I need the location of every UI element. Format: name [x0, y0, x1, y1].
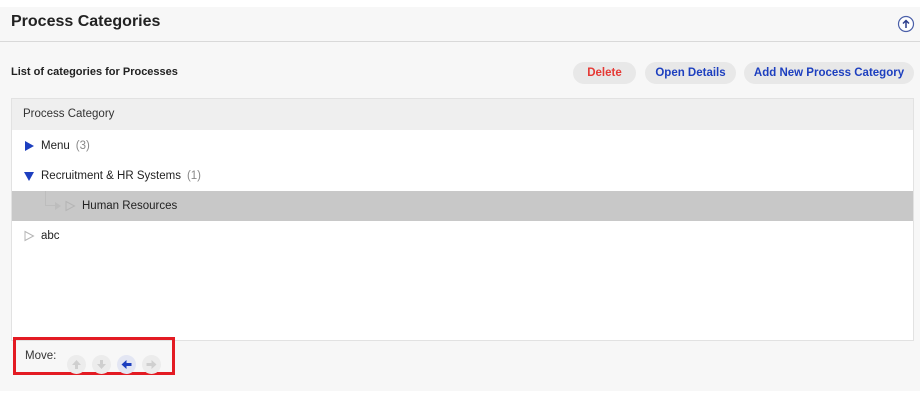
tree-row-label: Human Resources	[82, 200, 178, 212]
tree-row-label: Menu	[41, 140, 70, 152]
panel-header: Process Categories	[0, 7, 920, 42]
tree-row-menu[interactable]: Menu (3)	[12, 131, 913, 161]
open-details-button[interactable]: Open Details	[645, 62, 736, 84]
expanded-triangle-icon[interactable]	[23, 170, 35, 182]
left-arrow-icon	[121, 360, 132, 369]
add-new-category-button[interactable]: Add New Process Category	[744, 62, 914, 84]
delete-button[interactable]: Delete	[573, 62, 636, 84]
up-arrow-icon	[72, 360, 81, 369]
category-tree: Process Category Menu (3) Recruitment & H…	[11, 98, 914, 341]
process-categories-panel: Process Categories List of categories fo…	[0, 7, 920, 391]
move-label: Move:	[25, 350, 57, 362]
tree-row-recruitment[interactable]: Recruitment & HR Systems (1)	[12, 161, 913, 191]
column-header-label: Process Category	[23, 108, 115, 120]
move-down-button[interactable]	[92, 355, 111, 374]
tree-row-human-resources[interactable]: Human Resources	[12, 191, 913, 221]
move-right-button[interactable]	[142, 355, 161, 374]
tree-row-count: (3)	[75, 140, 90, 152]
connector-arrow-icon	[55, 202, 61, 210]
down-arrow-icon	[97, 360, 106, 369]
tree-column-header: Process Category	[12, 99, 913, 130]
page-title: Process Categories	[11, 13, 161, 30]
tree-row-abc[interactable]: abc	[12, 221, 913, 251]
upload-help-icon[interactable]	[897, 15, 915, 33]
list-subtitle: List of categories for Processes	[11, 66, 178, 78]
collapsed-triangle-icon[interactable]	[23, 140, 35, 152]
tree-row-label: abc	[41, 230, 60, 242]
tree-row-label: Recruitment & HR Systems	[41, 170, 181, 182]
leaf-triangle-icon	[24, 230, 35, 242]
leaf-triangle-icon	[65, 200, 76, 212]
tree-row-count: (1)	[186, 170, 202, 182]
move-left-button[interactable]	[117, 355, 136, 374]
move-up-button[interactable]	[67, 355, 86, 374]
right-arrow-icon	[146, 360, 157, 369]
